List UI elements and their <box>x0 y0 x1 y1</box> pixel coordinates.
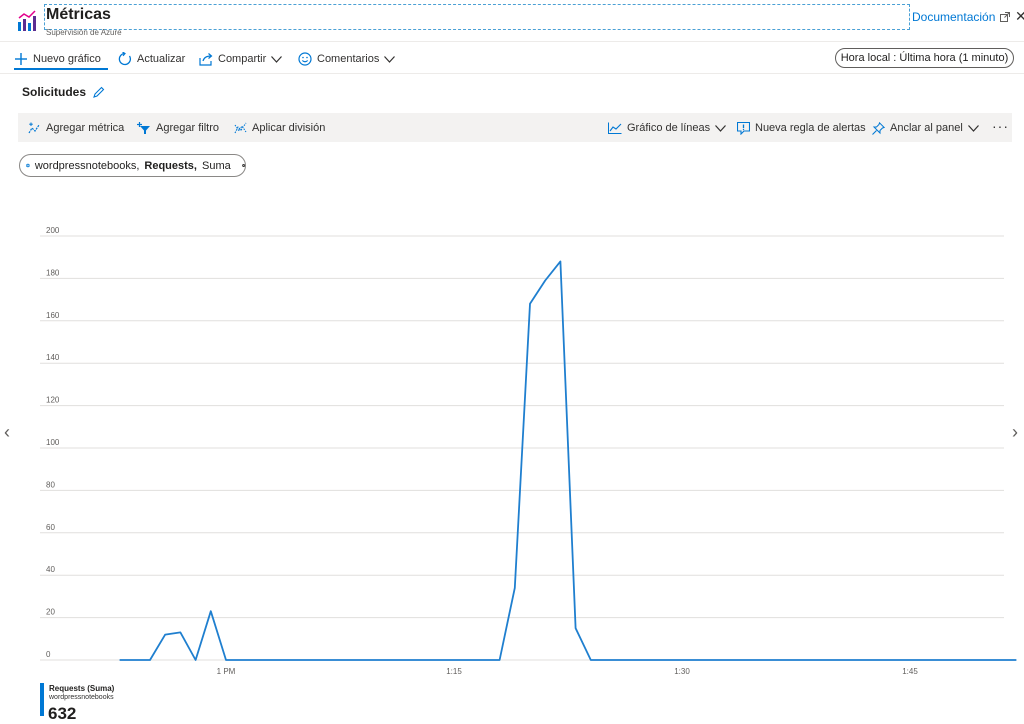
y-tick-label: 120 <box>46 396 60 405</box>
new-alert-rule-label: Nueva regla de alertas <box>755 122 866 134</box>
chevron-down-icon <box>715 124 727 132</box>
x-tick-label: 1:45 <box>902 667 918 676</box>
share-icon <box>199 53 213 66</box>
metric-pill[interactable]: wordpressnotebooks, Requests, Suma <box>19 154 246 177</box>
feedback-button[interactable]: Comentarios <box>298 50 396 68</box>
title-focus-outline <box>44 4 910 30</box>
chart-title: Solicitudes <box>22 85 105 99</box>
chart-type-dropdown[interactable]: Gráfico de líneas <box>608 120 727 136</box>
header-divider <box>0 41 1024 42</box>
y-tick-label: 60 <box>46 523 55 532</box>
y-tick-label: 40 <box>46 565 55 574</box>
alert-icon <box>737 121 750 135</box>
smiley-icon <box>298 52 312 66</box>
chevron-right-icon[interactable]: › <box>1012 422 1018 443</box>
share-label: Compartir <box>218 53 267 65</box>
chevron-left-icon[interactable]: ‹ <box>4 422 10 443</box>
chevron-down-icon <box>271 55 283 63</box>
add-metric-label: Agregar métrica <box>46 122 125 134</box>
apply-split-button[interactable]: Aplicar división <box>234 120 325 136</box>
pin-icon <box>872 121 885 135</box>
metric-pill-metric: Requests, <box>144 159 197 172</box>
edit-pencil-icon[interactable] <box>92 86 105 99</box>
y-tick-label: 180 <box>46 268 60 277</box>
metric-pill-resource: wordpressnotebooks, <box>34 159 140 172</box>
new-chart-label: Nuevo gráfico <box>33 53 101 65</box>
app-service-icon <box>26 163 30 168</box>
split-icon <box>234 122 247 134</box>
chevron-down-icon <box>967 124 979 132</box>
toolbar-divider <box>0 73 1024 74</box>
remove-metric-icon[interactable] <box>241 160 245 171</box>
line-chart: 0 20 40 60 80 100 120 140 160 180 200 1 PM 1:15 1:30… <box>40 226 1017 676</box>
add-metric-icon <box>28 122 40 134</box>
y-tick-label: 20 <box>46 608 55 617</box>
pin-to-dashboard-button[interactable]: Anclar al panel <box>872 120 979 136</box>
page-title: Métricas <box>46 6 111 23</box>
new-chart-button[interactable]: Nuevo gráfico <box>14 50 101 68</box>
legend-total-value: 632 <box>48 704 77 723</box>
share-button[interactable]: Compartir <box>199 50 283 68</box>
add-metric-button[interactable]: Agregar métrica <box>28 120 124 136</box>
y-tick-label: 100 <box>46 438 60 447</box>
legend-color-bar <box>40 683 44 716</box>
refresh-button[interactable]: Actualizar <box>118 50 185 68</box>
documentation-link-label: Documentación <box>912 10 996 24</box>
chevron-down-icon <box>384 55 396 63</box>
add-filter-label: Agregar filtro <box>156 122 219 134</box>
y-tick-label: 160 <box>46 311 60 320</box>
close-icon[interactable]: ✕ <box>1015 8 1024 25</box>
plus-icon <box>15 53 27 65</box>
filter-plus-icon <box>137 121 150 134</box>
y-tick-label: 140 <box>46 353 60 362</box>
refresh-label: Actualizar <box>137 53 186 65</box>
y-tick-label: 200 <box>46 226 60 235</box>
more-options-icon[interactable]: ··· <box>992 118 1009 134</box>
metric-pill-aggregation: Suma <box>201 159 231 172</box>
time-range-picker[interactable]: Hora local : Última hora (1 minuto) <box>835 48 1014 68</box>
y-tick-label: 0 <box>46 650 51 659</box>
new-chart-selected-indicator <box>14 68 108 70</box>
apply-split-label: Aplicar división <box>252 122 326 134</box>
chart-title-text: Solicitudes <box>22 85 87 99</box>
chart-type-label: Gráfico de líneas <box>627 122 711 134</box>
metrics-logo-icon <box>18 10 36 31</box>
x-tick-label: 1:30 <box>674 667 690 676</box>
pin-label: Anclar al panel <box>890 122 963 134</box>
new-alert-rule-button[interactable]: Nueva regla de alertas <box>737 120 866 136</box>
legend-series-name: Requests (Suma) <box>49 684 115 693</box>
page-subtitle: Supervisión de Azure <box>46 28 122 37</box>
documentation-link[interactable]: Documentación <box>912 10 1011 24</box>
add-filter-button[interactable]: Agregar filtro <box>137 120 219 136</box>
external-link-icon <box>1000 12 1011 22</box>
line-chart-icon <box>608 122 622 134</box>
y-tick-label: 80 <box>46 480 55 489</box>
refresh-icon <box>118 52 131 66</box>
legend-resource: wordpressnotebooks <box>49 694 114 701</box>
feedback-label: Comentarios <box>317 53 380 65</box>
x-tick-label: 1:15 <box>446 667 462 676</box>
x-tick-label: 1 PM <box>217 667 236 676</box>
